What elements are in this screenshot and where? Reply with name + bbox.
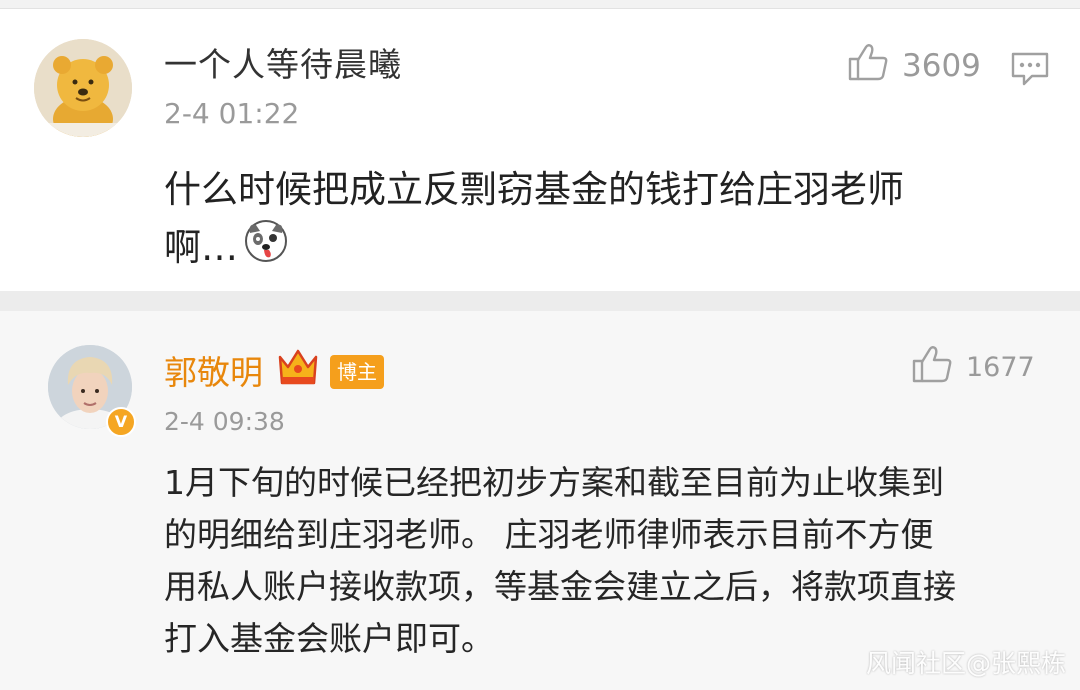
- watermark: 风闻社区@张熙栋: [865, 649, 1066, 678]
- comment-card: 一个人等待晨曦 2-4 01:22 3609 什么时候把成立反剽窃基金的钱打给庄…: [0, 9, 1080, 291]
- comment-text: 什么时候把成立反剽窃基金的钱打给庄羽老师 啊…: [164, 161, 1044, 277]
- comment-text-line: 什么时候把成立反剽窃基金的钱打给庄羽老师: [164, 168, 904, 211]
- verified-v-icon: V: [106, 407, 136, 437]
- comment-text-line: 的明细给到庄羽老师。 庄羽老师律师表示目前不方便: [164, 515, 934, 554]
- comment-timestamp: 2-4 09:38: [164, 407, 285, 436]
- comment-timestamp: 2-4 01:22: [164, 97, 300, 130]
- comment-text: 1月下旬的时候已经把初步方案和截至目前为止收集到 的明细给到庄羽老师。 庄羽老师…: [164, 457, 1044, 665]
- comment-text-fragment: 啊…: [164, 226, 238, 269]
- comment-text-line: 啊…: [164, 219, 1044, 277]
- top-edge: [0, 0, 1080, 9]
- thumbs-up-icon: [912, 345, 952, 390]
- blogger-badge: 博主: [330, 355, 384, 389]
- crown-icon: [276, 347, 320, 393]
- like-count: 1677: [966, 352, 1035, 383]
- user-avatar[interactable]: [34, 39, 132, 137]
- like-button[interactable]: 1677: [912, 345, 1035, 390]
- comment-separator: [0, 291, 1080, 311]
- thumbs-up-icon: [848, 43, 888, 89]
- like-button[interactable]: 3609: [848, 43, 981, 89]
- dog-face-emoji-icon: [244, 219, 288, 280]
- username[interactable]: 一个人等待晨曦: [164, 45, 402, 85]
- comment-text-line: 1月下旬的时候已经把初步方案和截至目前为止收集到: [164, 463, 944, 502]
- username[interactable]: 郭敬明: [164, 353, 263, 393]
- comment-text-line: 用私人账户接收款项，等基金会建立之后，将款项直接: [164, 567, 956, 606]
- comment-card: V 郭敬明 博主 2-4 09:38 1677 1月下旬的时候已经把初步方案和截…: [0, 311, 1080, 690]
- like-count: 3609: [902, 48, 981, 84]
- comment-reply-icon[interactable]: [1010, 51, 1050, 91]
